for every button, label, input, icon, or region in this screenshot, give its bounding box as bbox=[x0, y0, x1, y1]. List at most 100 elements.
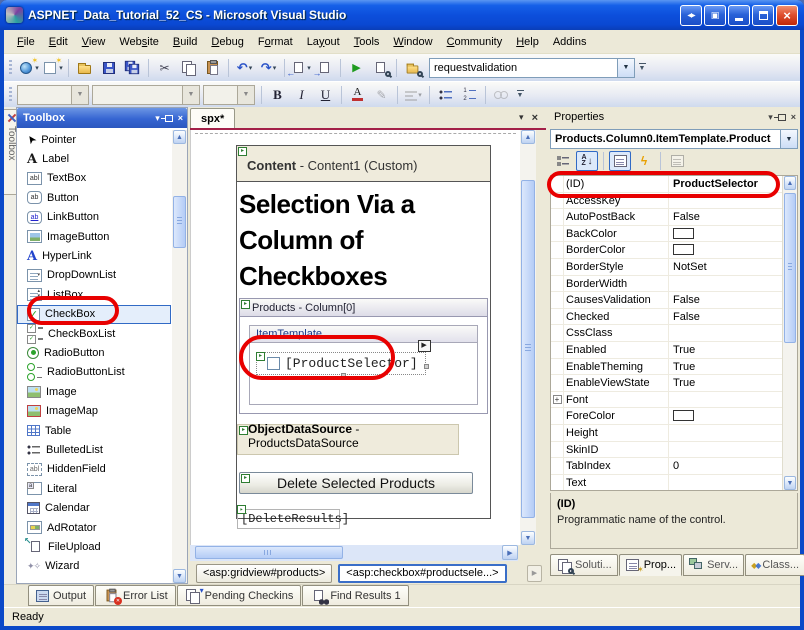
property-row-height[interactable]: Height bbox=[551, 425, 797, 442]
productselector-checkbox-control[interactable]: ▸ [ProductSelector] ▶ bbox=[256, 352, 426, 375]
property-value[interactable] bbox=[669, 475, 797, 491]
save-all-button[interactable] bbox=[121, 57, 144, 79]
scrollbar-thumb[interactable] bbox=[784, 193, 796, 343]
menu-layout[interactable]: Layout bbox=[300, 33, 347, 51]
az-sort-button[interactable]: AZ↓ bbox=[576, 151, 598, 171]
tab-output[interactable]: Output bbox=[28, 585, 94, 606]
maximize-button[interactable] bbox=[752, 5, 774, 26]
toolbox-item-textbox[interactable]: ablTextBox bbox=[17, 169, 171, 188]
tag-navigator-button[interactable]: <asp:gridview#products> bbox=[196, 564, 332, 583]
menu-website[interactable]: Website bbox=[112, 33, 166, 51]
menu-tools[interactable]: Tools bbox=[347, 33, 387, 51]
add-component-button[interactable]: ✶▾ bbox=[41, 57, 64, 79]
properties-titlebar[interactable]: Properties ▾ × bbox=[548, 107, 800, 127]
menu-help[interactable]: Help bbox=[509, 33, 546, 51]
find-in-files-button[interactable] bbox=[401, 57, 424, 79]
property-row-font[interactable]: +Font bbox=[551, 392, 797, 409]
toolbox-item-calendar[interactable]: Calendar bbox=[17, 498, 171, 517]
tab-server-explorer[interactable]: Serv... bbox=[683, 554, 744, 576]
open-file-button[interactable] bbox=[73, 57, 96, 79]
scrollbar-thumb[interactable] bbox=[195, 546, 343, 559]
view-in-browser-button[interactable] bbox=[369, 57, 392, 79]
scroll-right-icon[interactable]: ▶ bbox=[502, 545, 518, 560]
document-list-chevron-icon[interactable]: ▾ bbox=[519, 112, 524, 124]
toolbox-item-imagebutton[interactable]: ImageButton bbox=[17, 227, 171, 246]
toolbox-item-bulletedlist[interactable]: BulletedList bbox=[17, 440, 171, 459]
scroll-up-icon[interactable]: ▲ bbox=[173, 130, 186, 144]
start-debug-button[interactable]: ▶ bbox=[345, 57, 368, 79]
property-row-causesvalidation[interactable]: CausesValidationFalse bbox=[551, 292, 797, 309]
property-value[interactable] bbox=[669, 408, 797, 424]
delete-selected-products-button[interactable]: ▸ Delete Selected Products bbox=[239, 472, 473, 494]
toolbox-item-listbox[interactable]: ▴▾ListBox bbox=[17, 285, 171, 304]
menu-community[interactable]: Community bbox=[440, 33, 510, 51]
toolbar-options-icon[interactable]: ▼ bbox=[514, 84, 526, 106]
command-search-combobox[interactable]: requestvalidation▼ bbox=[429, 58, 635, 78]
expand-icon[interactable]: + bbox=[553, 395, 562, 404]
scroll-down-icon[interactable]: ▼ bbox=[784, 476, 796, 490]
toolbox-menu-button[interactable]: ▾ bbox=[155, 113, 160, 124]
tag-navigator-more-button[interactable]: ▶ bbox=[527, 565, 542, 582]
chevron-down-icon[interactable]: ▼ bbox=[71, 86, 88, 104]
style-combobox[interactable]: ▼ bbox=[17, 85, 89, 105]
menu-edit[interactable]: Edit bbox=[42, 33, 75, 51]
property-row-skinid[interactable]: SkinID bbox=[551, 442, 797, 459]
smart-tag-button[interactable]: ▶ bbox=[418, 340, 431, 352]
design-horizontal-scrollbar[interactable]: ▶ bbox=[190, 545, 518, 561]
toolbox-item-hiddenfield[interactable]: ablHiddenField bbox=[17, 460, 171, 479]
scroll-up-icon[interactable]: ▲ bbox=[784, 176, 796, 190]
tab-pending-checkins[interactable]: ▾Pending Checkins bbox=[177, 585, 302, 606]
content-control[interactable]: ▸ Content - Content1 (Custom) Selection … bbox=[236, 145, 491, 519]
document-tab[interactable]: spx* bbox=[190, 108, 235, 128]
menu-debug[interactable]: Debug bbox=[204, 33, 250, 51]
property-row-borderwidth[interactable]: BorderWidth bbox=[551, 276, 797, 293]
properties-close-button[interactable]: × bbox=[791, 112, 796, 122]
new-website-button[interactable]: ✶▾ bbox=[17, 57, 40, 79]
pane-arrows-button[interactable]: ◀▶ bbox=[680, 5, 702, 26]
property-row-enabletheming[interactable]: EnableThemingTrue bbox=[551, 359, 797, 376]
events-button[interactable]: ϟ bbox=[633, 151, 655, 171]
toolbox-autohide-pin-button[interactable] bbox=[165, 115, 173, 122]
property-row-id[interactable]: (ID)ProductSelector bbox=[551, 176, 797, 193]
gridview-control[interactable]: ▸ Products - Column[0] ItemTemplate ▸ [P… bbox=[239, 298, 488, 414]
property-grid-scrollbar[interactable]: ▲ ▼ bbox=[782, 176, 797, 490]
numbered-list-button[interactable]: 12 bbox=[458, 84, 481, 106]
menu-window[interactable]: Window bbox=[386, 33, 439, 51]
toolbox-titlebar[interactable]: Toolbox ▾ × bbox=[17, 108, 187, 128]
property-value[interactable]: 0 bbox=[669, 458, 797, 474]
toolbox-item-checkboxlist[interactable]: CheckBoxList bbox=[17, 324, 171, 343]
property-value[interactable]: False bbox=[669, 309, 797, 325]
save-button[interactable] bbox=[97, 57, 120, 79]
toolbox-item-linkbutton[interactable]: abLinkButton bbox=[17, 208, 171, 227]
design-vertical-scrollbar[interactable]: ▲ ▼ bbox=[520, 130, 536, 545]
toolbox-item-image[interactable]: Image bbox=[17, 382, 171, 401]
menu-view[interactable]: View bbox=[75, 33, 113, 51]
float-window-button[interactable]: ▣ bbox=[704, 5, 726, 26]
menu-format[interactable]: Format bbox=[251, 33, 300, 51]
redo-button[interactable]: ↷▾ bbox=[257, 57, 280, 79]
undo-button[interactable]: ↶▾ bbox=[233, 57, 256, 79]
scroll-up-icon[interactable]: ▲ bbox=[521, 130, 535, 144]
checkbox-square[interactable] bbox=[267, 357, 280, 370]
minimize-button[interactable] bbox=[728, 5, 750, 26]
property-value[interactable]: True bbox=[669, 342, 797, 358]
document-close-icon[interactable]: × bbox=[532, 112, 538, 124]
chevron-down-icon[interactable]: ▼ bbox=[617, 59, 634, 77]
property-value[interactable]: False bbox=[669, 209, 797, 225]
cut-button[interactable]: ✂ bbox=[153, 57, 176, 79]
toolbox-item-hyperlink[interactable]: AHyperLink bbox=[17, 246, 171, 265]
property-value[interactable]: ProductSelector bbox=[669, 176, 797, 192]
resize-handle[interactable] bbox=[424, 364, 429, 369]
property-value[interactable] bbox=[669, 392, 797, 408]
property-row-borderstyle[interactable]: BorderStyleNotSet bbox=[551, 259, 797, 276]
navigate-forward-button[interactable]: → bbox=[313, 57, 336, 79]
property-row-backcolor[interactable]: BackColor bbox=[551, 226, 797, 243]
bullet-list-button[interactable] bbox=[434, 84, 457, 106]
property-row-text[interactable]: Text bbox=[551, 475, 797, 491]
paste-button[interactable] bbox=[201, 57, 224, 79]
properties-menu-button[interactable]: ▾ bbox=[768, 112, 773, 123]
toolbar-grip[interactable] bbox=[9, 60, 12, 76]
toolbox-item-button[interactable]: abButton bbox=[17, 188, 171, 207]
toolbox-item-table[interactable]: Table bbox=[17, 421, 171, 440]
toolbox-item-adrotator[interactable]: AdRotator bbox=[17, 518, 171, 537]
